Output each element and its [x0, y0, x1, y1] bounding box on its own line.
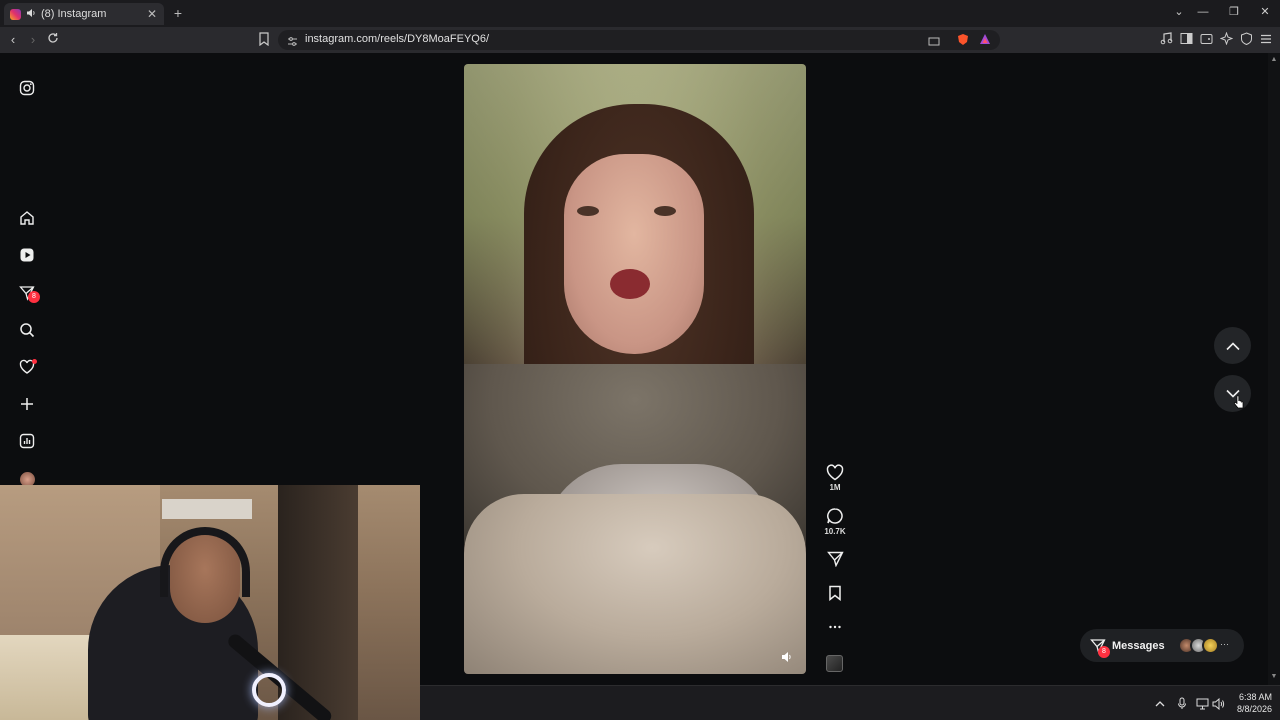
comment-button[interactable]: 10.7K	[822, 507, 848, 536]
share-button[interactable]	[822, 551, 848, 567]
scroll-down-icon[interactable]: ▼	[1270, 673, 1278, 681]
main-menu-icon[interactable]	[1260, 32, 1274, 48]
browser-tab-instagram[interactable]: (8) Instagram ✕	[4, 3, 164, 25]
speaker-icon[interactable]	[26, 8, 36, 21]
scroll-up-icon[interactable]: ▲	[1270, 56, 1278, 64]
instagram-logo-icon[interactable]	[17, 78, 37, 98]
volume-icon[interactable]	[1212, 697, 1225, 711]
browser-tab-strip: (8) Instagram ✕ + ⌄ — ❐ ✕	[0, 0, 1280, 27]
url-field[interactable]: instagram.com/reels/DY8MoaFEYQ6/	[278, 30, 1000, 50]
cast-icon[interactable]	[928, 34, 940, 46]
notification-dot	[32, 359, 37, 364]
media-controls-icon[interactable]	[1160, 32, 1174, 48]
webcam-overlay	[0, 485, 420, 720]
mute-toggle-icon[interactable]	[776, 646, 798, 668]
like-button[interactable]: 1M	[822, 464, 848, 492]
previous-reel-button[interactable]	[1214, 327, 1251, 364]
close-tab-icon[interactable]: ✕	[146, 7, 158, 21]
messages-pill[interactable]: 8 Messages ···	[1080, 629, 1244, 662]
reload-icon[interactable]	[45, 32, 61, 48]
address-toolbar: ‹ › instagram.com/reels/DY8MoaFEYQ6/	[0, 27, 1280, 53]
more-options-icon[interactable]	[822, 620, 848, 634]
forward-icon[interactable]: ›	[25, 32, 41, 48]
save-button[interactable]	[822, 585, 848, 601]
network-icon[interactable]	[1196, 697, 1209, 710]
tab-search-chevron-icon[interactable]: ⌄	[1172, 4, 1186, 20]
brave-rewards-icon[interactable]	[979, 33, 991, 46]
home-icon[interactable]	[17, 208, 37, 228]
messages-badge: 8	[28, 291, 40, 303]
vpn-shield-icon[interactable]	[1240, 32, 1254, 48]
minimize-icon[interactable]: —	[1196, 4, 1210, 20]
wallet-icon[interactable]	[1200, 32, 1214, 48]
brave-shields-icon[interactable]	[957, 33, 969, 46]
audio-thumbnail[interactable]	[826, 655, 843, 672]
taskbar-clock[interactable]: 6:38 AM 8/8/2026	[1228, 691, 1272, 715]
messages-pill-badge: 8	[1098, 645, 1110, 658]
back-icon[interactable]: ‹	[5, 32, 21, 48]
instagram-favicon-icon	[10, 8, 21, 20]
sidebar-toggle-icon[interactable]	[1180, 32, 1194, 48]
comment-count: 10.7K	[824, 527, 846, 536]
clock-date: 8/8/2026	[1236, 704, 1272, 714]
window-close-icon[interactable]: ✕	[1258, 4, 1272, 20]
clock-time: 6:38 AM	[1238, 692, 1272, 702]
bookmark-icon[interactable]	[258, 32, 272, 48]
microphone-icon[interactable]	[1176, 697, 1189, 710]
messages-pill-icon: 8	[1090, 638, 1110, 658]
reel-video[interactable]	[464, 64, 806, 674]
messages-more: ···	[1220, 639, 1229, 649]
messages-avatars: ···	[1178, 637, 1229, 655]
hand-cursor-icon	[1234, 395, 1244, 409]
avatar	[1202, 637, 1219, 654]
create-icon[interactable]	[17, 394, 37, 414]
tab-title: (8) Instagram	[41, 8, 107, 20]
like-count: 1M	[829, 483, 841, 492]
leo-ai-icon[interactable]	[1219, 31, 1234, 48]
search-icon[interactable]	[17, 320, 37, 340]
url-text: instagram.com/reels/DY8MoaFEYQ6/	[305, 33, 490, 45]
next-reel-button[interactable]	[1214, 375, 1251, 412]
site-info-icon[interactable]	[287, 34, 298, 46]
reels-icon[interactable]	[17, 245, 37, 265]
messages-label: Messages	[1112, 639, 1165, 652]
dashboard-icon[interactable]	[17, 431, 37, 451]
restore-icon[interactable]: ❐	[1227, 4, 1241, 20]
tray-overflow-icon[interactable]	[1154, 697, 1167, 710]
page-scrollbar[interactable]: ▲ ▼	[1268, 53, 1280, 685]
new-tab-button[interactable]: +	[171, 5, 185, 21]
